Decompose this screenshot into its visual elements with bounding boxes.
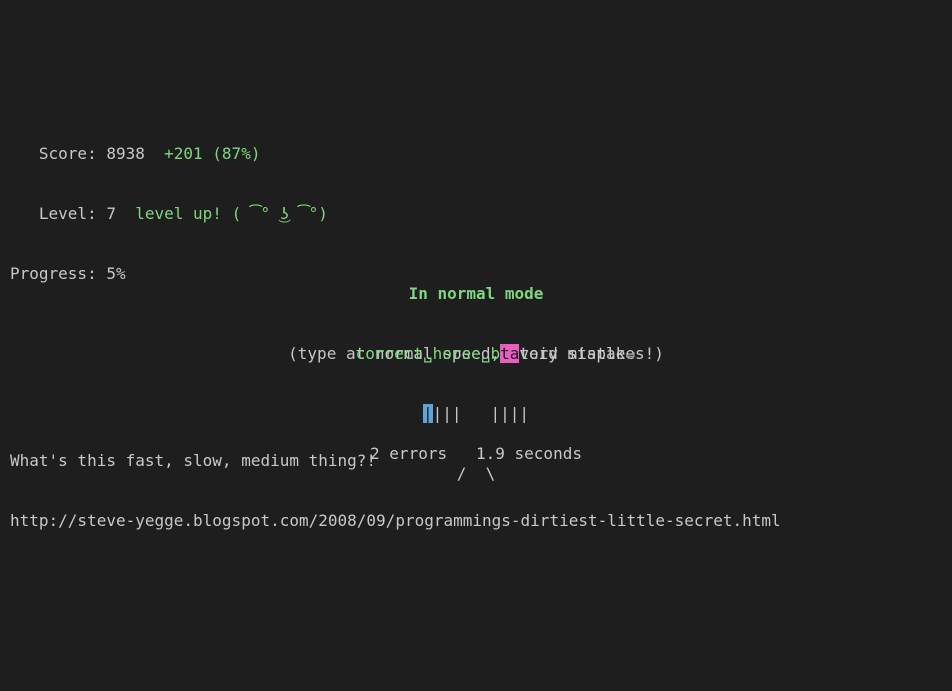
level-up-msg: level up! ( ͡° ͜ʖ ͡°) (135, 204, 328, 223)
footer-block: What's this fast, slow, medium thing?! h… (10, 411, 781, 571)
footer-link[interactable]: http://steve-yegge.blogspot.com/2008/09/… (10, 511, 781, 531)
level-value: 7 (106, 204, 116, 223)
mode-title: In normal mode (0, 284, 952, 304)
score-row: Score: 8938 +201 (87%) (10, 144, 328, 164)
remaining-text: tery staple (519, 344, 625, 363)
phrase-inline: correct␣horse␣btatery staple↵ (356, 344, 635, 364)
space-marker-1: ␣ (423, 344, 433, 363)
typed-word-2: horse (433, 344, 481, 363)
footer-question: What's this fast, slow, medium thing?! (10, 451, 781, 471)
score-label: Score: (10, 144, 106, 163)
typing-cursor: ta (500, 344, 519, 363)
typed-word-1: correct (356, 344, 423, 363)
score-value: 8938 (106, 144, 145, 163)
level-label: Level: (10, 204, 106, 223)
score-delta: +201 (87%) (164, 144, 260, 163)
space-marker-2: ␣ (481, 344, 491, 363)
level-row: Level: 7 level up! ( ͡° ͜ʖ ͡°) (10, 204, 328, 224)
return-icon: ↵ (625, 344, 635, 363)
typed-partial: b (490, 344, 500, 363)
terminal-screen: Score: 8938 +201 (87%) Level: 7 level up… (0, 80, 952, 591)
